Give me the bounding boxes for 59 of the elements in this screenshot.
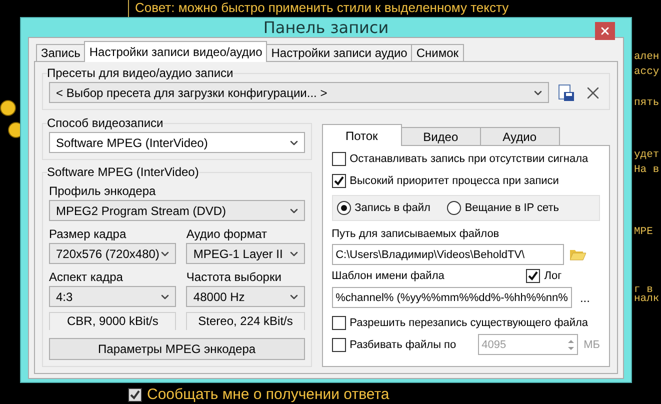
field-label: Аудио формат: [186, 227, 268, 241]
tab[interactable]: Настройки записи видео/аудио: [84, 41, 268, 62]
field-label: Частота выборки: [186, 270, 282, 284]
settings-dropdown[interactable]: 4:3: [49, 286, 176, 307]
group-title: Software MPEG (InterVideo): [47, 165, 199, 179]
tab[interactable]: Аудио: [480, 127, 560, 146]
settings-dropdown[interactable]: 720x576 (720x480): [49, 243, 176, 264]
tab[interactable]: Настройки записи аудио: [266, 44, 412, 62]
tab[interactable]: Запись: [36, 44, 86, 62]
field-label: Шаблон имени файла: [332, 270, 444, 282]
radio-button[interactable]: [336, 201, 351, 215]
checkbox[interactable]: [332, 316, 346, 330]
background-text: г в: [634, 284, 653, 296]
tab[interactable]: Видео: [400, 127, 481, 146]
capture-dropdown[interactable]: Software MPEG (InterVideo): [49, 132, 305, 153]
checkbox-label: Разрешить перезапись существующего файла: [350, 317, 588, 329]
bitrate-text: CBR, 9000 kBit/s: [49, 312, 176, 330]
preset-dropdown[interactable]: < Выбор пресета для загрузки конфигурации... >: [49, 82, 549, 103]
group-title: Пресеты для видео/аудио записи: [47, 66, 234, 80]
checkbox[interactable]: [526, 269, 540, 283]
field-label: Путь для записываемых файлов: [332, 228, 500, 240]
encoder-settings-button[interactable]: Параметры MPEG энкодера: [49, 338, 305, 360]
close-icon: [599, 25, 611, 37]
checkbox[interactable]: [332, 174, 346, 188]
path-field[interactable]: C:\Users\Владимир\Videos\BeholdTV\: [332, 244, 564, 265]
radio-button[interactable]: [446, 201, 461, 215]
checkbox[interactable]: [128, 388, 142, 402]
window-title: Панель записи: [263, 18, 389, 37]
checkbox-label: Лог: [544, 270, 562, 282]
settings-dropdown[interactable]: MPEG-1 Layer II: [186, 243, 305, 264]
background-text: ассу: [634, 66, 660, 78]
tab[interactable]: Поток: [322, 124, 402, 146]
radio-label: Запись в файл: [354, 202, 430, 214]
group-title: Способ видеозаписи: [47, 116, 164, 130]
checkbox-label: Высокий приоритет процесса при записи: [350, 175, 559, 187]
unit-label: МБ: [584, 338, 600, 350]
field-label: Аспект кадра: [49, 270, 124, 284]
radio-label: Вещание в IP сеть: [464, 202, 559, 214]
save-icon[interactable]: [557, 84, 575, 102]
background-text: МРЕ: [634, 226, 653, 238]
background-text: удет: [634, 149, 660, 161]
more-button[interactable]: ...: [576, 290, 594, 304]
checkbox-label: Разбивать файлы по: [350, 338, 456, 350]
background-text: пять: [634, 97, 660, 109]
background-text: На в: [634, 164, 660, 176]
checkbox[interactable]: [332, 338, 346, 352]
template-field[interactable]: %channel% (%yy%%mm%%dd%-%hh%%nn%: [332, 287, 572, 308]
field-label: Размер кадра: [49, 227, 128, 241]
profile-dropdown[interactable]: MPEG2 Program Stream (DVD): [49, 200, 305, 221]
bitrate-text: Stereo, 224 kBit/s: [186, 312, 305, 330]
settings-dropdown[interactable]: 48000 Hz: [186, 286, 305, 307]
tab[interactable]: Снимок: [411, 44, 464, 62]
checkbox[interactable]: [332, 152, 346, 166]
field-label: Профиль энкодера: [49, 184, 157, 198]
checkbox-label: Останавливать запись при отсутствии сигнала: [350, 153, 588, 165]
background-text: налк: [634, 293, 660, 305]
background-text: ален: [634, 51, 660, 63]
checkbox-label: Сообщать мне о получении ответа: [147, 386, 390, 403]
close-button[interactable]: [595, 22, 615, 40]
